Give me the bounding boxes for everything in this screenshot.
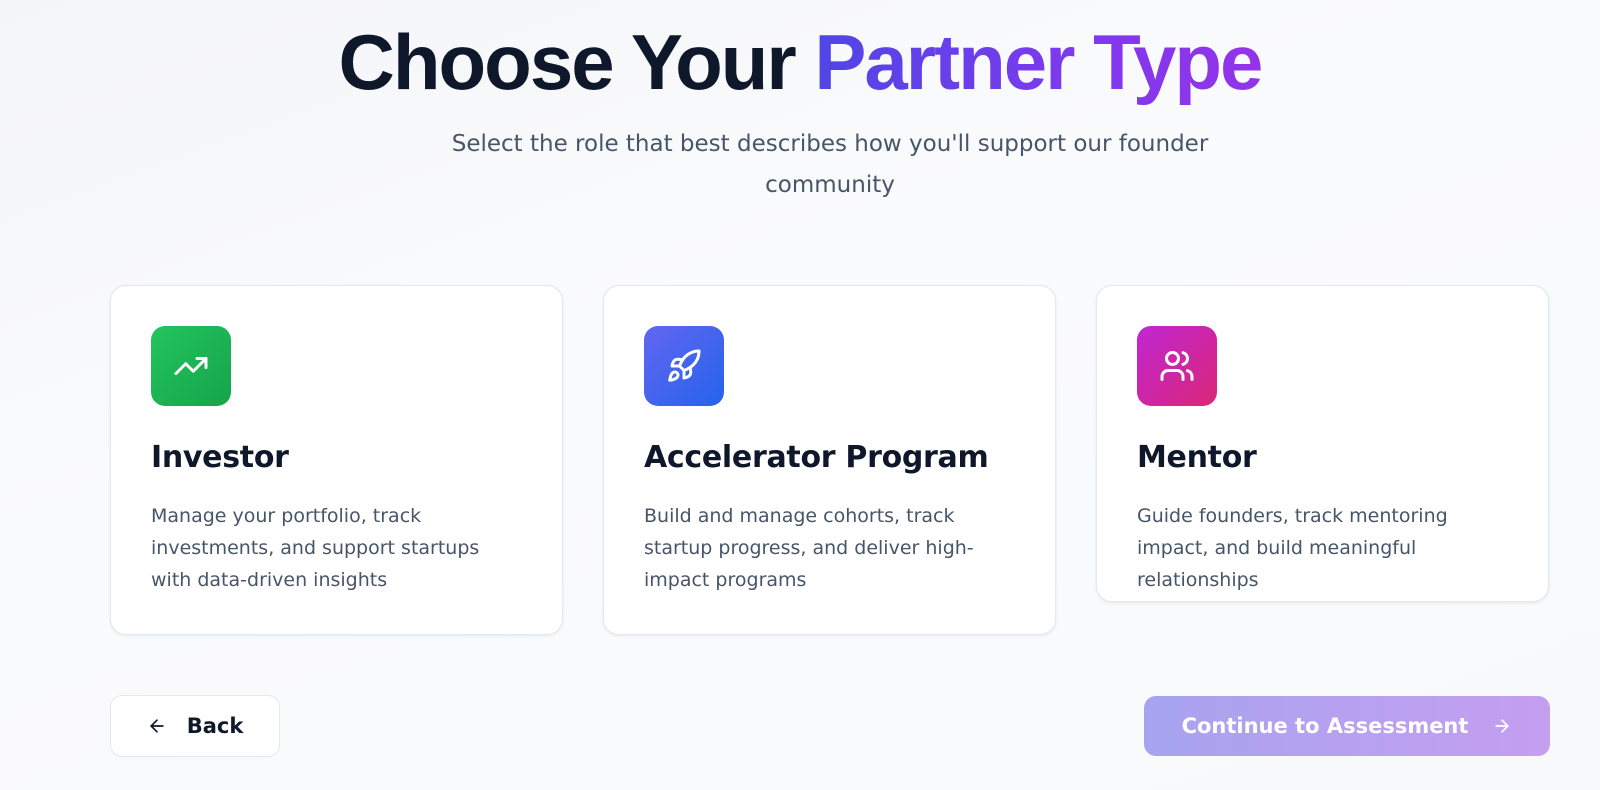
back-button-label: Back	[186, 714, 244, 738]
arrow-right-icon	[1495, 719, 1510, 733]
mentor-icon-box	[1137, 326, 1217, 406]
continue-button[interactable]: Continue to Assessment	[1144, 696, 1550, 756]
continue-button-label: Continue to Assessment	[1181, 714, 1469, 738]
accelerator-description: Build and manage cohorts, track startup …	[644, 505, 974, 591]
accelerator-icon-box	[644, 326, 724, 406]
trending-up-icon	[174, 357, 208, 375]
investor-card[interactable]: Investor Manage your portfolio, track in…	[110, 285, 563, 635]
accelerator-card[interactable]: Accelerator Program Build and manage coh…	[603, 285, 1056, 635]
mentor-description: Guide founders, track mentoring impact, …	[1137, 505, 1448, 591]
back-button[interactable]: Back	[110, 695, 280, 757]
investor-title: Investor	[151, 440, 289, 475]
arrow-left-icon	[150, 719, 164, 733]
page-title: Choose Your Partner Type	[0, 14, 1600, 110]
investor-icon-box	[151, 326, 231, 406]
mentor-card[interactable]: Mentor Guide founders, track mentoring i…	[1096, 285, 1549, 602]
rocket-icon	[668, 349, 701, 382]
page-title-part1: Choose Your	[338, 18, 815, 106]
users-icon	[1160, 351, 1194, 381]
page-subtitle: Select the role that best describes how …	[451, 131, 1209, 198]
mentor-title: Mentor	[1137, 440, 1257, 475]
investor-description: Manage your portfolio, track investments…	[151, 505, 480, 591]
partner-type-page: Choose Your Partner Type Select the role…	[0, 0, 1600, 790]
accelerator-title: Accelerator Program	[644, 440, 989, 475]
page-title-accent: Partner Type	[814, 18, 1263, 106]
